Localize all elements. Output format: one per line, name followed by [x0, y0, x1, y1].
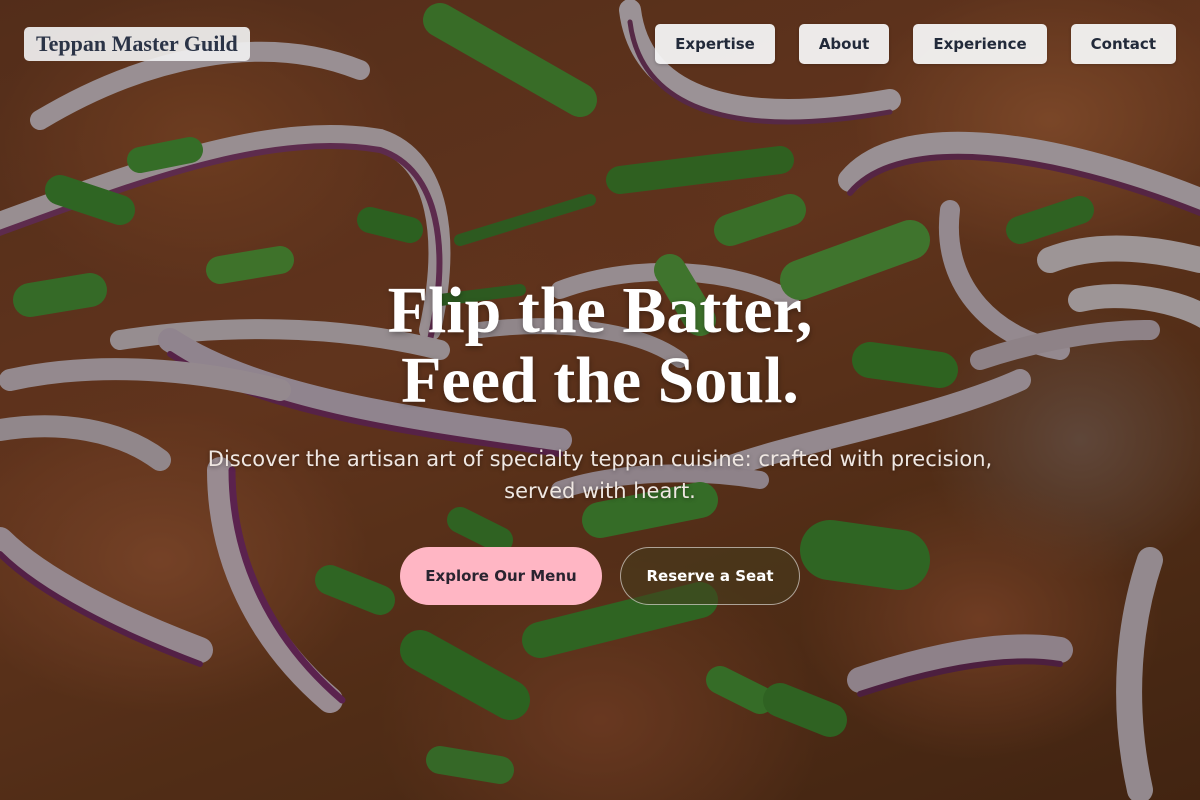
- hero-title: Flip the Batter, Feed the Soul.: [0, 276, 1200, 416]
- hero-cta-group: Explore Our Menu Reserve a Seat: [0, 547, 1200, 605]
- hero-title-line-2: Feed the Soul.: [401, 344, 799, 417]
- nav-expertise-button[interactable]: Expertise: [655, 24, 775, 64]
- brand-logo[interactable]: Teppan Master Guild: [24, 27, 250, 61]
- explore-menu-button[interactable]: Explore Our Menu: [400, 547, 602, 605]
- top-navigation: Expertise About Experience Contact: [655, 24, 1176, 64]
- nav-experience-button[interactable]: Experience: [913, 24, 1047, 64]
- nav-about-button[interactable]: About: [798, 24, 890, 64]
- hero-subtitle: Discover the artisan art of specialty te…: [207, 447, 993, 503]
- hero-title-line-1: Flip the Batter,: [387, 274, 813, 347]
- nav-contact-button[interactable]: Contact: [1070, 24, 1176, 64]
- reserve-seat-button[interactable]: Reserve a Seat: [620, 547, 800, 605]
